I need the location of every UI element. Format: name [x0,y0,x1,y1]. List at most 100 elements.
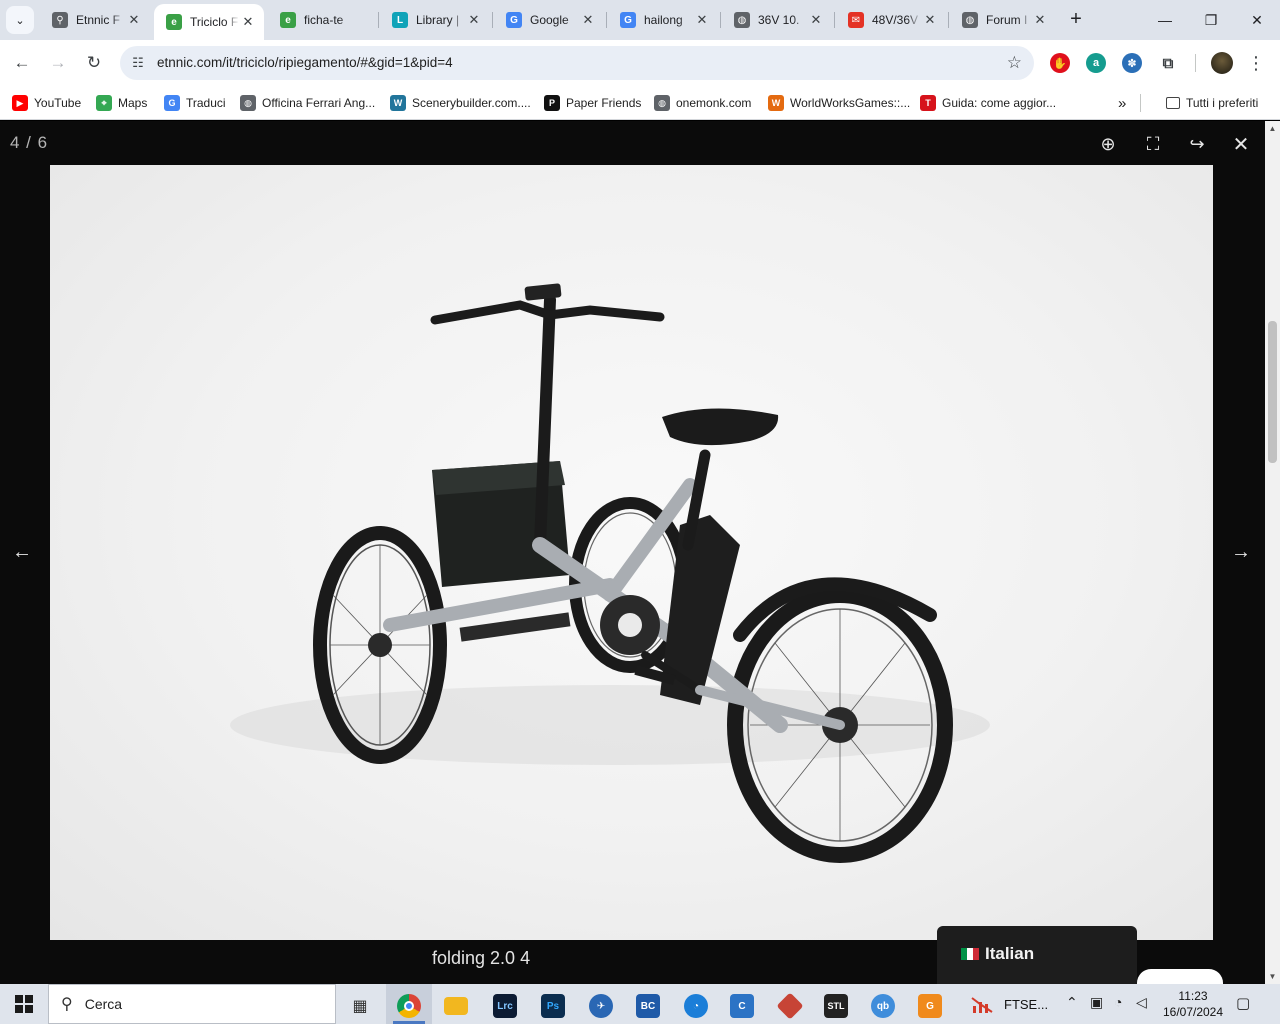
image-counter: 4 / 6 [10,133,49,152]
wordpress-icon: W [390,95,406,111]
tab-6[interactable]: ◍ 36V 10. ✕ [722,4,832,36]
taskbar-3d-app[interactable] [770,988,810,1024]
bookmark-maps[interactable]: ⌖ Maps [96,92,147,114]
stock-chart-icon [971,997,993,1013]
reload-button[interactable]: ↻ [80,49,108,77]
restore-button[interactable]: ❐ [1188,0,1234,40]
lightroom-icon: Lrc [493,994,517,1018]
taskbar-g-app[interactable]: G [910,988,950,1024]
scrollbar-thumb[interactable] [1268,321,1277,463]
tray-chevron-icon[interactable]: ⌃ [1066,994,1078,1011]
globe-icon: ◍ [654,95,670,111]
close-window-button[interactable]: ✕ [1234,0,1280,40]
volume-icon[interactable]: ◁ [1136,994,1147,1011]
tab-0[interactable]: ⚲ Etnnic F ✕ [40,4,150,36]
meet-icon[interactable]: ▣ [1090,994,1103,1011]
next-arrow-icon[interactable]: → [1228,541,1254,567]
taskbar-photoshop[interactable]: Ps [533,988,573,1024]
address-bar[interactable]: ☷ etnnic.com/it/triciclo/ripiegamento/#&… [120,46,1034,80]
profile-avatar[interactable] [1211,52,1233,74]
taskbar-lightroom[interactable]: Lrc [485,988,525,1024]
bookmark-guida[interactable]: T Guida: come aggior... [920,92,1056,114]
tab-title: 36V 10. [758,13,800,27]
tab-title: 48V/36V [872,13,919,27]
close-icon[interactable]: ✕ [694,12,710,28]
fullscreen-icon[interactable]: ⛶ [1140,131,1166,157]
taskbar-qbittorrent[interactable]: qb [863,988,903,1024]
bookmark-star-icon[interactable]: ☆ [1007,53,1022,73]
close-icon[interactable]: ✕ [808,12,824,28]
forward-button[interactable]: → [44,49,72,77]
language-switcher[interactable]: Italian [937,926,1137,984]
zoom-icon[interactable]: ⊕ [1095,131,1121,157]
taskbar-search[interactable]: ⚲ Cerca [48,984,336,1024]
tab-3[interactable]: L Library | ✕ [380,4,490,36]
scroll-up-icon[interactable]: ▲ [1265,121,1280,136]
taskbar-c-app[interactable]: C [722,988,762,1024]
site-info-icon[interactable]: ☷ [128,53,148,73]
all-bookmarks-folder[interactable]: Tutti i preferiti [1166,92,1258,114]
bookmark-label: onemonk.com [676,96,752,110]
tab-7[interactable]: ✉ 48V/36V ✕ [836,4,946,36]
italian-flag-icon [961,948,979,960]
3d-app-icon [776,992,804,1020]
tab-separator [948,12,949,28]
task-view-button[interactable]: ▦ [340,988,380,1024]
qbittorrent-icon: qb [871,994,895,1018]
close-icon[interactable]: ✕ [466,12,482,28]
amazon-assistant-icon[interactable]: a [1086,53,1106,73]
product-photo [50,165,1213,940]
taskbar-stl-app[interactable]: STL [816,988,856,1024]
chat-widget-tab[interactable] [1137,969,1223,984]
taskbar-clock[interactable]: 11:23 16/07/2024 [1162,988,1224,1020]
taskbar-chrome[interactable] [389,988,429,1024]
bookmark-label: Officina Ferrari Ang... [262,96,376,110]
bookmark-scenerybuilder[interactable]: W Scenerybuilder.com.... [390,92,531,114]
close-icon[interactable]: ✕ [922,12,938,28]
toolbar-separator [1195,54,1196,72]
tab-2[interactable]: e ficha-te ✕ [268,4,378,36]
close-icon[interactable]: ✕ [240,14,256,30]
worldworks-icon: W [768,95,784,111]
bookmarks-bar: ▶ YouTube ⌖ Maps G Traduci ◍ Officina Fe… [0,86,1280,120]
bookmark-youtube[interactable]: ▶ YouTube [12,92,81,114]
back-button[interactable]: ← [8,49,36,77]
bookmark-traduci[interactable]: G Traduci [164,92,226,114]
taskbar-flight-app[interactable]: ✈ [581,988,621,1024]
close-icon[interactable]: ✕ [126,12,142,28]
url-text[interactable]: etnnic.com/it/triciclo/ripiegamento/#&gi… [157,55,453,70]
bookmarks-overflow-button[interactable]: » [1118,92,1126,114]
scroll-down-icon[interactable]: ▼ [1265,969,1280,984]
notification-icon[interactable]: ▢ [1236,994,1256,1014]
new-tab-button[interactable]: + [1064,8,1088,32]
bookmark-paper-friends[interactable]: P Paper Friends [544,92,641,114]
tab-search-button[interactable]: ⌄ [6,6,34,34]
tab-4[interactable]: G Google ✕ [494,4,604,36]
taskbar-file-explorer[interactable] [436,988,476,1024]
search-icon: ⚲ [61,996,73,1013]
menu-kebab-icon[interactable]: ⋮ [1242,49,1270,77]
tab-1[interactable]: e Triciclo F ✕ [154,4,264,40]
adblock-icon[interactable]: ✋ [1050,53,1070,73]
wifi-icon[interactable]: ◔ [1114,994,1122,1010]
close-icon[interactable]: ✕ [580,12,596,28]
start-button[interactable] [0,984,48,1024]
puzzle-icon[interactable]: ⧉ [1158,53,1178,73]
prev-arrow-icon[interactable]: ← [9,541,35,567]
bookmark-officina[interactable]: ◍ Officina Ferrari Ang... [240,92,375,114]
tab-5[interactable]: G hailong ✕ [608,4,718,36]
close-lightbox-icon[interactable]: ✕ [1228,131,1254,157]
page-scrollbar[interactable]: ▲ ▼ [1265,121,1280,984]
taskbar-bc-app[interactable]: BC [628,988,668,1024]
taskbar-edge[interactable]: ◔ [676,988,716,1024]
bookmark-onemonk[interactable]: ◍ onemonk.com [654,92,751,114]
translate-extension-icon[interactable]: ✽ [1122,53,1142,73]
tab-separator [834,12,835,28]
share-icon[interactable]: ↪ [1184,131,1210,157]
tab-8[interactable]: ◍ Forum I ✕ [950,4,1056,36]
taskbar-ftse-widget[interactable]: FTSE... [962,984,1054,1024]
minimize-button[interactable]: — [1142,0,1188,40]
bookmark-worldworks[interactable]: W WorldWorksGames::... [768,92,910,114]
close-icon[interactable]: ✕ [1032,12,1048,28]
bc-app-icon: BC [636,994,660,1018]
